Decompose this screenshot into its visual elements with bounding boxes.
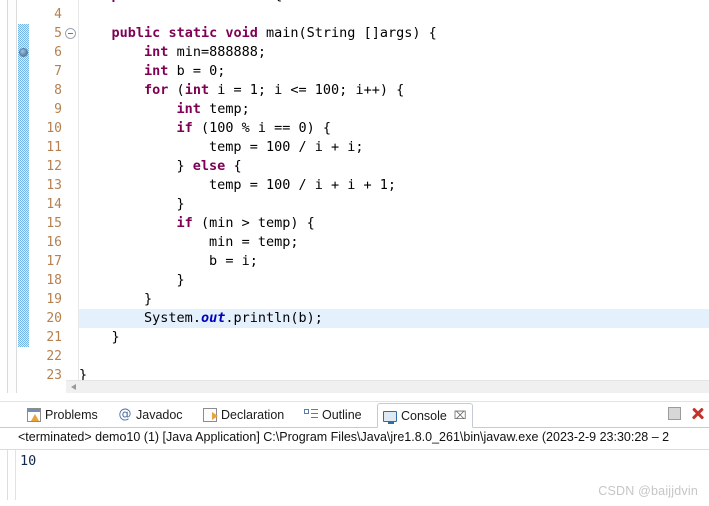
tab-console[interactable]: Console ⌧ xyxy=(377,403,473,428)
line-number-5: 5 xyxy=(54,26,62,41)
code-line-4[interactable] xyxy=(79,5,709,24)
line-number-18: 18 xyxy=(46,273,62,288)
code-line-14[interactable]: } xyxy=(79,195,709,214)
tab-label: Console xyxy=(401,408,447,423)
scroll-left-arrow-icon[interactable] xyxy=(68,382,79,393)
declaration-icon xyxy=(203,408,218,422)
javadoc-icon: @ xyxy=(118,407,132,422)
terminated-process-label: <terminated> demo10 (1) [Java Applicatio… xyxy=(18,430,670,444)
editor-horizontal-scrollbar[interactable] xyxy=(66,380,709,393)
code-line-13[interactable]: temp = 100 / i + i + 1; xyxy=(79,176,709,195)
line-number-10: 10 xyxy=(46,121,62,136)
code-line-18[interactable]: } xyxy=(79,271,709,290)
line-number-4: 4 xyxy=(54,7,62,22)
tab-outline[interactable]: Outline xyxy=(299,403,367,427)
minimize-view-icon[interactable] xyxy=(668,407,681,420)
tab-javadoc[interactable]: @ Javadoc xyxy=(113,403,188,427)
code-line-8[interactable]: for (int i = 1; i <= 100; i++) { xyxy=(79,81,709,100)
code-line-21[interactable]: } xyxy=(79,328,709,347)
view-tab-bar[interactable]: Problems @ Javadoc Declaration Outline Consol… xyxy=(0,402,709,428)
panel-divider xyxy=(0,394,709,402)
code-line-20[interactable]: System.out.println(b); xyxy=(79,309,709,328)
tab-close-icon[interactable]: ⌧ xyxy=(454,409,467,422)
console-output-text: 10 xyxy=(20,453,37,469)
line-number-20: 20 xyxy=(46,311,62,326)
problems-icon xyxy=(27,408,41,422)
tab-label: Javadoc xyxy=(136,408,183,422)
code-line-17[interactable]: b = i; xyxy=(79,252,709,271)
code-editor[interactable]: 4 5 6 7 8 9 10 11 12 13 14 15 16 17 18 19 20 21 22 23 publi… xyxy=(0,0,709,393)
folding-column[interactable] xyxy=(64,0,79,393)
tab-label: Declaration xyxy=(221,408,285,422)
code-line-10[interactable]: if (100 % i == 0) { xyxy=(79,119,709,138)
breakpoint-marker-icon[interactable] xyxy=(19,48,28,57)
tab-problems[interactable]: Problems xyxy=(22,403,103,427)
editor-annotation-ruler[interactable] xyxy=(8,0,17,393)
code-line-11[interactable]: temp = 100 / i + i; xyxy=(79,138,709,157)
code-line-16[interactable]: min = temp; xyxy=(79,233,709,252)
tab-label: Outline xyxy=(322,408,362,422)
line-number-11: 11 xyxy=(46,140,62,155)
console-gutter xyxy=(8,450,16,500)
view-toolbar[interactable] xyxy=(668,406,705,421)
console-left-border xyxy=(0,450,8,500)
line-number-15: 15 xyxy=(46,216,62,231)
line-number-13: 13 xyxy=(46,178,62,193)
editor-left-border xyxy=(0,0,8,393)
console-view-panel: Problems @ Javadoc Declaration Outline Consol… xyxy=(0,394,709,506)
line-number-7: 7 xyxy=(54,64,62,79)
code-line-12[interactable]: } else { xyxy=(79,157,709,176)
console-icon xyxy=(383,410,397,424)
line-number-22: 22 xyxy=(46,349,62,364)
close-view-icon[interactable] xyxy=(690,406,705,421)
line-number-9: 9 xyxy=(54,102,62,117)
code-line-5[interactable]: public static void main(String []args) { xyxy=(79,24,709,43)
line-number-17: 17 xyxy=(46,254,62,269)
code-line-22[interactable] xyxy=(79,347,709,366)
code-line-19[interactable]: } xyxy=(79,290,709,309)
tab-label: Problems xyxy=(45,408,98,422)
line-number-16: 16 xyxy=(46,235,62,250)
code-text-surface[interactable]: public static void main(String []args) {… xyxy=(79,0,709,393)
change-bar-indicator xyxy=(18,24,29,347)
csdn-watermark: CSDN @baijjdvin xyxy=(598,484,698,498)
code-line-15[interactable]: if (min > temp) { xyxy=(79,214,709,233)
code-line-9[interactable]: int temp; xyxy=(79,100,709,119)
line-number-23: 23 xyxy=(46,368,62,383)
code-line-6[interactable]: int min=888888; xyxy=(79,43,709,62)
launch-status-bar: <terminated> demo10 (1) [Java Applicatio… xyxy=(0,428,709,450)
line-number-12: 12 xyxy=(46,159,62,174)
line-number-8: 8 xyxy=(54,83,62,98)
collapse-fold-icon[interactable] xyxy=(65,28,76,39)
line-number-14: 14 xyxy=(46,197,62,212)
line-number-6: 6 xyxy=(54,45,62,60)
code-line-7[interactable]: int b = 0; xyxy=(79,62,709,81)
outline-icon xyxy=(304,408,318,422)
tab-declaration[interactable]: Declaration xyxy=(198,403,289,427)
line-number-ruler: 4 5 6 7 8 9 10 11 12 13 14 15 16 17 18 19 20 21 22 23 xyxy=(31,0,64,393)
line-number-21: 21 xyxy=(46,330,62,345)
line-number-19: 19 xyxy=(46,292,62,307)
